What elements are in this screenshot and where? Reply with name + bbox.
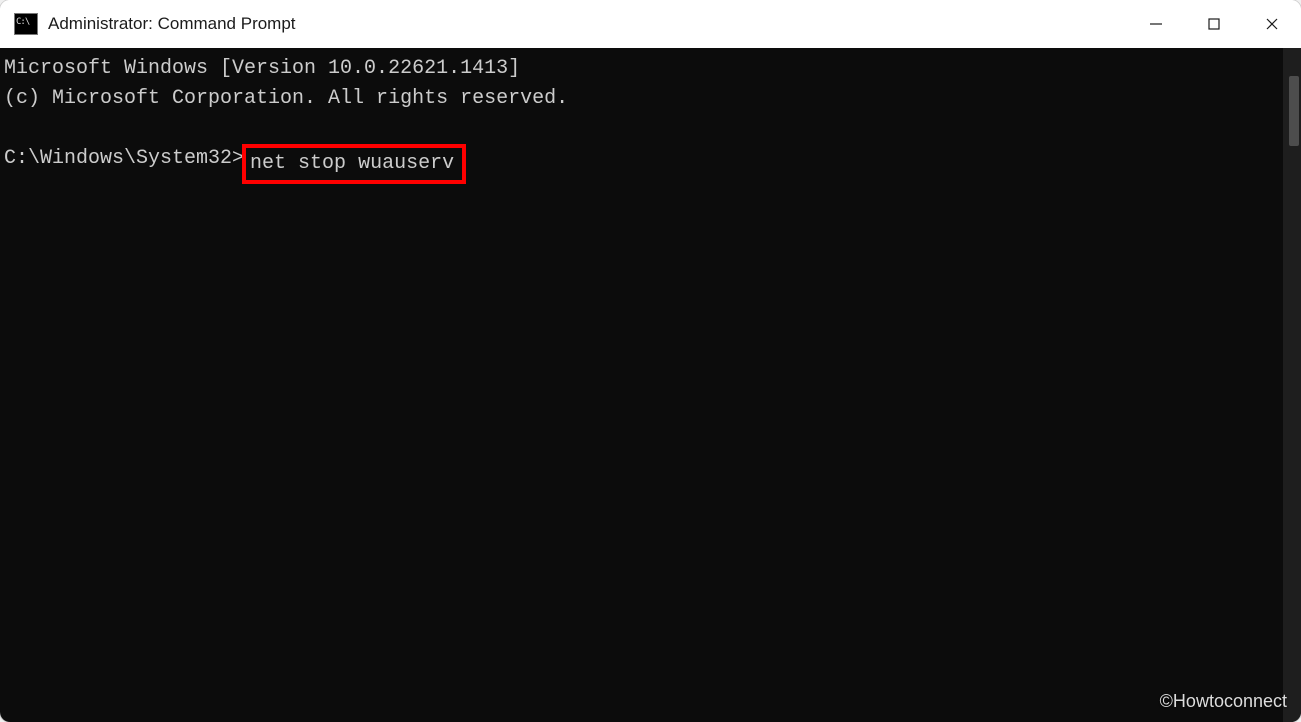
scrollbar-thumb[interactable] — [1289, 76, 1299, 146]
version-line: Microsoft Windows [Version 10.0.22621.14… — [4, 54, 1279, 84]
titlebar[interactable]: Administrator: Command Prompt — [0, 0, 1301, 48]
minimize-icon — [1149, 17, 1163, 31]
maximize-icon — [1207, 17, 1221, 31]
vertical-scrollbar[interactable] — [1283, 48, 1301, 722]
prompt-line: C:\Windows\System32> net stop wuauserv — [4, 144, 1279, 184]
window-title: Administrator: Command Prompt — [48, 14, 1127, 34]
blank-line — [4, 114, 1279, 144]
close-button[interactable] — [1243, 0, 1301, 48]
command-highlight: net stop wuauserv — [242, 144, 466, 184]
window-controls — [1127, 0, 1301, 48]
minimize-button[interactable] — [1127, 0, 1185, 48]
prompt-path: C:\Windows\System32> — [4, 147, 244, 170]
terminal-output[interactable]: Microsoft Windows [Version 10.0.22621.14… — [0, 48, 1283, 722]
copyright-line: (c) Microsoft Corporation. All rights re… — [4, 84, 1279, 114]
client-area: Microsoft Windows [Version 10.0.22621.14… — [0, 48, 1301, 722]
maximize-button[interactable] — [1185, 0, 1243, 48]
command-prompt-window: Administrator: Command Prompt Microsoft … — [0, 0, 1301, 722]
typed-command: net stop wuauserv — [250, 152, 454, 175]
close-icon — [1265, 17, 1279, 31]
cmd-icon — [14, 13, 38, 35]
